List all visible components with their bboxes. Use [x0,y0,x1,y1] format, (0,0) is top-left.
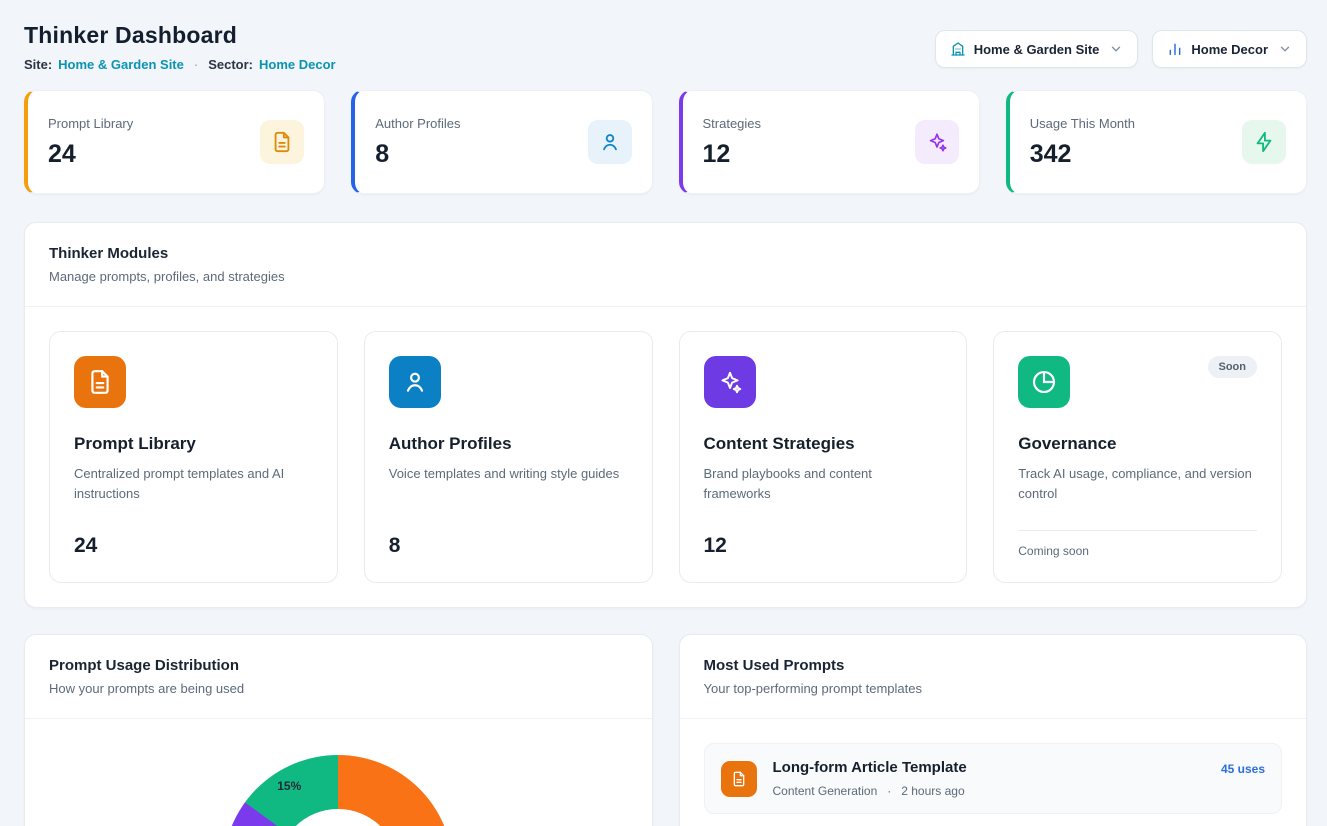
module-card-top [389,356,628,408]
bottom-row: Prompt Usage Distribution How your promp… [24,634,1307,826]
page-title: Thinker Dashboard [24,22,336,49]
prompts-card-subtitle: Your top-performing prompt templates [704,681,1283,696]
sector-label: Sector: [208,57,253,72]
module-title: Author Profiles [389,434,628,454]
stat-card-strategies: Strategies 12 [679,90,980,194]
module-description: Centralized prompt templates and AI inst… [74,464,313,504]
document-icon [74,356,126,408]
usage-distribution-card: Prompt Usage Distribution How your promp… [24,634,653,826]
stat-info: Usage This Month 342 [1030,116,1135,169]
module-card-prompt-library[interactable]: Prompt Library Centralized prompt templa… [49,331,338,583]
stat-card-author-profiles: Author Profiles 8 [351,90,652,194]
document-icon [260,120,304,164]
modules-section-header: Thinker Modules Manage prompts, profiles… [25,223,1306,307]
module-card-author-profiles[interactable]: Author Profiles Voice templates and writ… [364,331,653,583]
modules-section-title: Thinker Modules [49,245,1282,262]
stat-card-prompt-library: Prompt Library 24 [24,90,325,194]
module-card-top: Soon [1018,356,1257,408]
prompt-list-item[interactable]: Long-form Article Template Content Gener… [704,743,1283,814]
module-count: 8 [389,534,628,558]
module-count: 12 [704,534,943,558]
stat-label: Author Profiles [375,116,460,131]
usage-card-title: Prompt Usage Distribution [49,657,628,674]
soon-badge: Soon [1208,356,1258,378]
stat-info: Prompt Library 24 [48,116,133,169]
module-card-governance[interactable]: Soon Governance Track AI usage, complian… [993,331,1282,583]
site-dropdown[interactable]: Home & Garden Site [935,30,1139,68]
dashboard-page: Thinker Dashboard Site: Home & Garden Si… [0,0,1327,826]
most-used-prompts-card: Most Used Prompts Your top-performing pr… [679,634,1308,826]
stat-info: Strategies 12 [703,116,762,169]
bar-chart-icon [1167,41,1183,57]
stat-info: Author Profiles 8 [375,116,460,169]
sector-dropdown-label: Home Decor [1191,42,1268,57]
star-icon [915,120,959,164]
prompt-item-text: Long-form Article Template Content Gener… [773,759,1205,798]
stat-value: 342 [1030,140,1135,169]
prompts-list: Long-form Article Template Content Gener… [680,719,1307,826]
prompt-item-category: Content Generation [773,784,878,798]
site-dropdown-label: Home & Garden Site [974,42,1100,57]
module-card-content-strategies[interactable]: Content Strategies Brand playbooks and c… [679,331,968,583]
star-icon [704,356,756,408]
stats-row: Prompt Library 24 Author Profiles 8 Stra… [24,90,1307,194]
chevron-down-icon [1109,42,1123,56]
site-label: Site: [24,57,52,72]
divider [1018,530,1257,531]
modules-section-subtitle: Manage prompts, profiles, and strategies [49,269,1282,284]
prompts-card-title: Most Used Prompts [704,657,1283,674]
header: Thinker Dashboard Site: Home & Garden Si… [24,22,1307,72]
prompts-card-header: Most Used Prompts Your top-performing pr… [680,635,1307,719]
person-icon [389,356,441,408]
site-sector-line: Site: Home & Garden Site · Sector: Home … [24,57,336,72]
thinker-modules-section: Thinker Modules Manage prompts, profiles… [24,222,1307,608]
prompt-item-time: 2 hours ago [901,784,964,798]
pie-chart-icon [1018,356,1070,408]
usage-card-subtitle: How your prompts are being used [49,681,628,696]
stat-label: Strategies [703,116,762,131]
header-actions: Home & Garden Site Home Decor [935,30,1307,68]
usage-chart-area: 15% [25,719,652,826]
lightning-icon [1242,120,1286,164]
prompt-item-meta: Content Generation · 2 hours ago [773,784,1205,798]
module-title: Governance [1018,434,1257,454]
module-card-top [74,356,313,408]
document-icon [721,761,757,797]
prompt-item-title: Long-form Article Template [773,759,1205,776]
stat-label: Usage This Month [1030,116,1135,131]
sector-link[interactable]: Home Decor [259,57,336,72]
module-count: 24 [74,534,313,558]
chevron-down-icon [1278,42,1292,56]
building-icon [950,41,966,57]
stat-value: 12 [703,140,762,169]
module-title: Content Strategies [704,434,943,454]
prompt-item-uses: 45 uses [1221,762,1265,776]
module-card-top [704,356,943,408]
stat-value: 8 [375,140,460,169]
header-title-block: Thinker Dashboard Site: Home & Garden Si… [24,22,336,72]
modules-grid: Prompt Library Centralized prompt templa… [25,307,1306,607]
donut-segment-label: 15% [277,779,301,793]
sector-dropdown[interactable]: Home Decor [1152,30,1307,68]
usage-card-header: Prompt Usage Distribution How your promp… [25,635,652,719]
stat-value: 24 [48,140,133,169]
module-description: Track AI usage, compliance, and version … [1018,464,1257,504]
person-icon [588,120,632,164]
module-description: Brand playbooks and content frameworks [704,464,943,504]
separator-dot: · [194,57,198,72]
stat-label: Prompt Library [48,116,133,131]
separator-dot: · [887,784,891,798]
donut-chart: 15% [223,755,453,826]
coming-soon-label: Coming soon [1018,544,1257,558]
module-title: Prompt Library [74,434,313,454]
site-link[interactable]: Home & Garden Site [58,57,184,72]
module-description: Voice templates and writing style guides [389,464,628,484]
stat-card-usage: Usage This Month 342 [1006,90,1307,194]
